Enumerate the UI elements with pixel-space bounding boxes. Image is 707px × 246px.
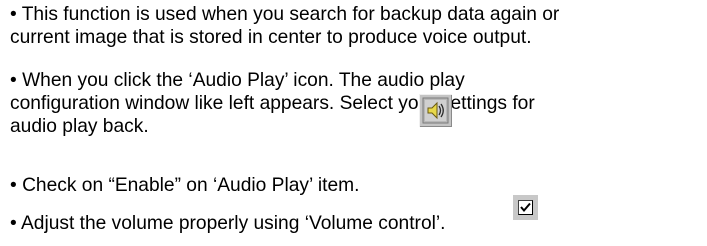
paragraph-line: • When you click the ‘Audio Play’ icon. … <box>10 70 465 91</box>
paragraph-line: configuration window like left appears. … <box>10 93 535 114</box>
bullet: • <box>10 175 17 196</box>
paragraph-line: • Check on “Enable” on ‘Audio Play’ item… <box>10 175 360 196</box>
paragraph-search-function: • This function is used when you search … <box>10 3 559 49</box>
paragraph-enable-check: • Check on “Enable” on ‘Audio Play’ item… <box>10 174 359 197</box>
paragraph-line: audio play back. <box>10 116 149 137</box>
paragraph-line: • This function is used when you search … <box>10 4 560 25</box>
bullet: • <box>10 70 17 91</box>
bullet: • <box>10 4 17 25</box>
checkmark-icon <box>520 202 531 213</box>
audio-play-icon[interactable] <box>419 94 452 127</box>
checkbox[interactable] <box>518 200 533 215</box>
paragraph-line: current image that is stored in center t… <box>10 27 532 48</box>
paragraph-line: • Adjust the volume properly using ‘Volu… <box>10 213 446 234</box>
bullet: • <box>10 213 17 234</box>
checked-checkbox-icon[interactable] <box>513 195 538 220</box>
speaker-icon <box>422 97 449 124</box>
paragraph-audio-play-icon: • When you click the ‘Audio Play’ icon. … <box>10 69 535 138</box>
document-page: • This function is used when you search … <box>0 0 707 246</box>
paragraph-volume-control: • Adjust the volume properly using ‘Volu… <box>10 212 445 235</box>
